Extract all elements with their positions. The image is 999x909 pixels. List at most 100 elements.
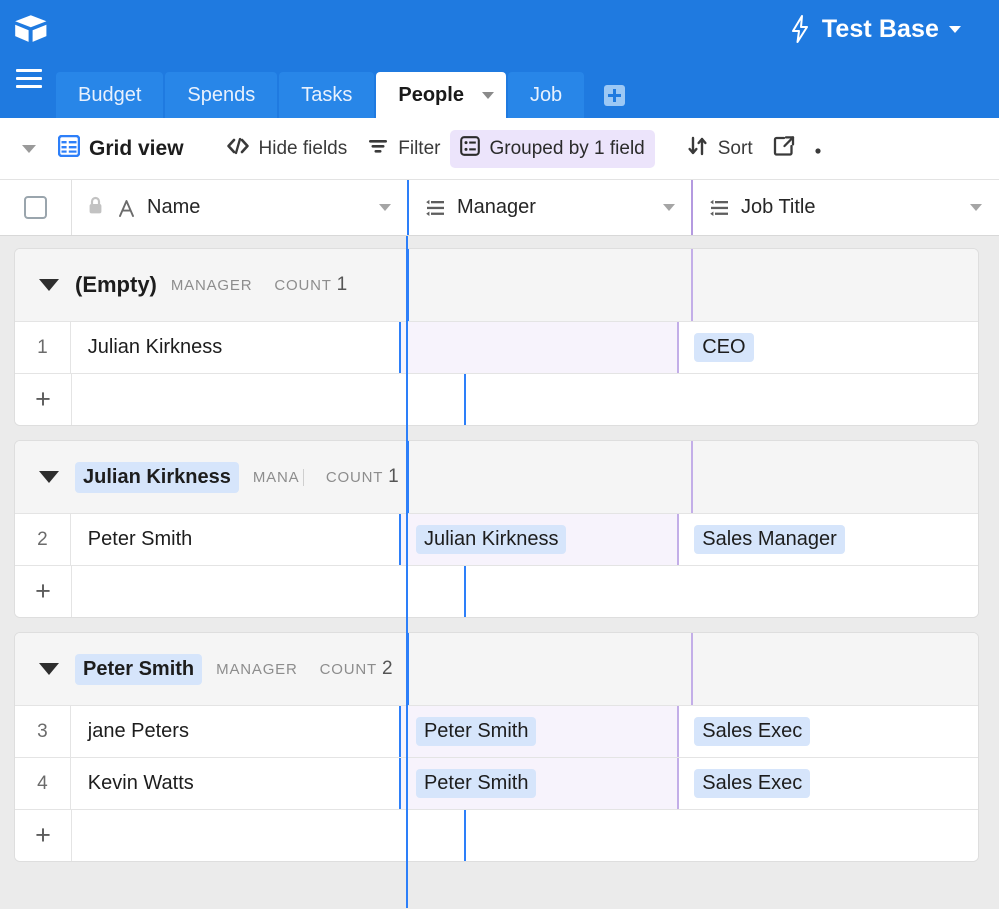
- tab-label: Spends: [187, 83, 256, 106]
- more-options-button[interactable]: [805, 132, 831, 166]
- column-header-job-title[interactable]: Job Title: [691, 180, 998, 235]
- caret-down-icon[interactable]: [22, 144, 36, 153]
- group-julian-kirkness: Julian Kirkness MANA COUNT 1 2 Peter Smit…: [14, 440, 979, 618]
- frozen-divider: [464, 566, 466, 617]
- cell-manager[interactable]: Peter Smith: [398, 758, 678, 809]
- cell-manager[interactable]: Julian Kirkness: [398, 514, 678, 565]
- add-row-button[interactable]: +: [15, 809, 978, 861]
- chevron-down-icon[interactable]: [663, 204, 675, 211]
- chevron-down-icon[interactable]: [481, 91, 494, 99]
- filter-icon: [367, 137, 389, 161]
- group-field-divider: [691, 441, 693, 513]
- group-count-value: 2: [381, 658, 394, 679]
- grid-body[interactable]: (Empty) MANAGER COUNT 1 1 Julian Kirkness…: [0, 236, 999, 908]
- sort-label: Sort: [717, 137, 753, 159]
- group-collapse-toggle-icon[interactable]: [39, 279, 59, 291]
- top-bar: Test Base: [0, 0, 999, 58]
- select-field-icon: [709, 199, 730, 217]
- group-field-label: MANA: [253, 468, 304, 486]
- hamburger-menu-icon[interactable]: [16, 48, 42, 108]
- table-tab-bar: Budget Spends Tasks People Job: [0, 58, 999, 118]
- grouped-by-label: Grouped by 1 field: [489, 137, 645, 159]
- chip-job-title: Sales Exec: [694, 769, 811, 798]
- group-list-icon: [460, 135, 481, 162]
- column-name-label: Manager: [457, 196, 536, 218]
- table-row[interactable]: 4 Kevin Watts Peter Smith Sales Exec: [15, 757, 978, 809]
- view-name: Grid view: [89, 136, 184, 160]
- cell-manager[interactable]: Peter Smith: [398, 706, 678, 757]
- group-count-label: COUNT: [325, 469, 384, 486]
- add-row-area[interactable]: [72, 566, 978, 617]
- base-title: Test Base: [821, 14, 939, 43]
- grid-view-icon: [57, 134, 81, 163]
- share-external-icon: [773, 135, 795, 163]
- plus-icon: [603, 84, 625, 106]
- group-field-divider: [691, 249, 693, 321]
- group-header[interactable]: (Empty) MANAGER COUNT 1: [15, 249, 978, 321]
- table-row[interactable]: 1 Julian Kirkness CEO: [15, 321, 978, 373]
- group-collapse-toggle-icon[interactable]: [39, 663, 59, 675]
- more-dots-icon: [815, 138, 821, 160]
- chip-manager: Julian Kirkness: [415, 525, 567, 554]
- share-view-button[interactable]: [763, 129, 805, 169]
- tab-spends[interactable]: Spends: [165, 72, 278, 118]
- add-row-button[interactable]: +: [15, 565, 978, 617]
- cell-job-title[interactable]: Sales Manager: [677, 514, 978, 565]
- group-header[interactable]: Peter Smith MANAGER COUNT 2: [15, 633, 978, 705]
- base-title-group[interactable]: Test Base: [790, 15, 985, 44]
- tab-tasks[interactable]: Tasks: [279, 72, 375, 118]
- cell-manager[interactable]: [398, 322, 678, 373]
- chip-job-title: CEO: [694, 333, 754, 362]
- lightning-bolt-icon: [790, 15, 810, 43]
- tab-job[interactable]: Job: [507, 72, 585, 118]
- chevron-down-icon[interactable]: [379, 204, 391, 211]
- tab-label: Job: [529, 83, 563, 106]
- column-header-name[interactable]: Name: [72, 180, 407, 235]
- cell-name[interactable]: Kevin Watts: [71, 758, 399, 809]
- table-row[interactable]: 3 jane Peters Peter Smith Sales Exec: [15, 705, 978, 757]
- plus-icon[interactable]: +: [15, 374, 72, 425]
- frozen-divider: [407, 633, 409, 705]
- lock-icon: [88, 196, 103, 220]
- plus-icon[interactable]: +: [15, 810, 72, 861]
- plus-icon[interactable]: +: [15, 566, 72, 617]
- group-field-label: MANAGER: [216, 660, 298, 678]
- grouped-by-button[interactable]: Grouped by 1 field: [450, 129, 655, 168]
- table-row[interactable]: 2 Peter Smith Julian Kirkness Sales Mana…: [15, 513, 978, 565]
- cell-name[interactable]: Peter Smith: [71, 514, 399, 565]
- tab-people[interactable]: People: [376, 72, 506, 118]
- frozen-divider: [464, 374, 466, 425]
- frozen-divider: [464, 810, 466, 861]
- frozen-divider: [407, 249, 409, 321]
- column-name-label: Name: [147, 196, 201, 218]
- hide-fields-button[interactable]: Hide fields: [216, 131, 358, 167]
- text-field-A-icon: [117, 198, 136, 218]
- row-number: 2: [15, 514, 71, 565]
- chevron-down-icon[interactable]: [970, 204, 982, 211]
- cell-job-title[interactable]: Sales Exec: [677, 706, 978, 757]
- chevron-down-icon[interactable]: [949, 25, 961, 33]
- group-header[interactable]: Julian Kirkness MANA COUNT 1: [15, 441, 978, 513]
- select-all-cell[interactable]: [0, 180, 72, 235]
- sort-button[interactable]: Sort: [677, 130, 763, 168]
- filter-button[interactable]: Filter: [357, 131, 450, 167]
- add-row-button[interactable]: +: [15, 373, 978, 425]
- group-collapse-toggle-icon[interactable]: [39, 471, 59, 483]
- airtable-cube-logo[interactable]: [14, 14, 48, 44]
- column-name-label: Job Title: [741, 196, 816, 218]
- frozen-divider: [407, 441, 409, 513]
- cell-name[interactable]: Julian Kirkness: [71, 322, 399, 373]
- cell-job-title[interactable]: CEO: [677, 322, 978, 373]
- add-row-area[interactable]: [72, 810, 978, 861]
- add-row-area[interactable]: [72, 374, 978, 425]
- group-peter-smith: Peter Smith MANAGER COUNT 2 3 jane Peters…: [14, 632, 979, 862]
- cell-job-title[interactable]: Sales Exec: [677, 758, 978, 809]
- cell-name[interactable]: jane Peters: [71, 706, 399, 757]
- add-table-button[interactable]: [592, 72, 636, 118]
- tab-budget[interactable]: Budget: [56, 72, 164, 118]
- chip-manager: Peter Smith: [415, 717, 537, 746]
- checkbox-icon[interactable]: [24, 196, 47, 219]
- filter-label: Filter: [398, 137, 441, 159]
- grid-view-selector[interactable]: Grid view: [48, 129, 194, 169]
- column-header-manager[interactable]: Manager: [407, 180, 691, 235]
